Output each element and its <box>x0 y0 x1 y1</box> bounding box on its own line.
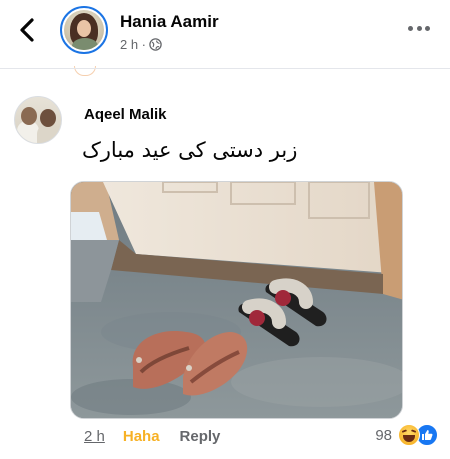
post-header: Hania Aamir 2 h · <box>0 0 450 62</box>
divider <box>0 68 450 69</box>
post-meta: 2 h · <box>120 37 162 52</box>
poster-avatar[interactable] <box>60 6 108 54</box>
poster-name[interactable]: Hania Aamir <box>120 12 219 32</box>
reply-button[interactable]: Reply <box>180 428 221 445</box>
reaction-count: 98 <box>375 426 392 444</box>
post-time[interactable]: 2 h · <box>120 37 146 52</box>
comment-text: زبر دستی کی عید مبارک <box>82 138 298 162</box>
commenter-avatar[interactable] <box>14 96 62 144</box>
globe-icon <box>149 38 162 51</box>
haha-reaction-button[interactable]: Haha <box>123 428 160 445</box>
commenter-name[interactable]: Aqeel Malik <box>84 106 167 123</box>
haha-icon <box>398 424 420 446</box>
comment-photo[interactable] <box>70 181 403 419</box>
more-options-icon[interactable] <box>408 24 430 32</box>
back-arrow-icon[interactable] <box>16 16 40 44</box>
comment-actions: 2 h Haha Reply <box>84 426 220 446</box>
comment-time[interactable]: 2 h <box>84 428 105 445</box>
reaction-summary[interactable]: 98 <box>375 424 438 446</box>
